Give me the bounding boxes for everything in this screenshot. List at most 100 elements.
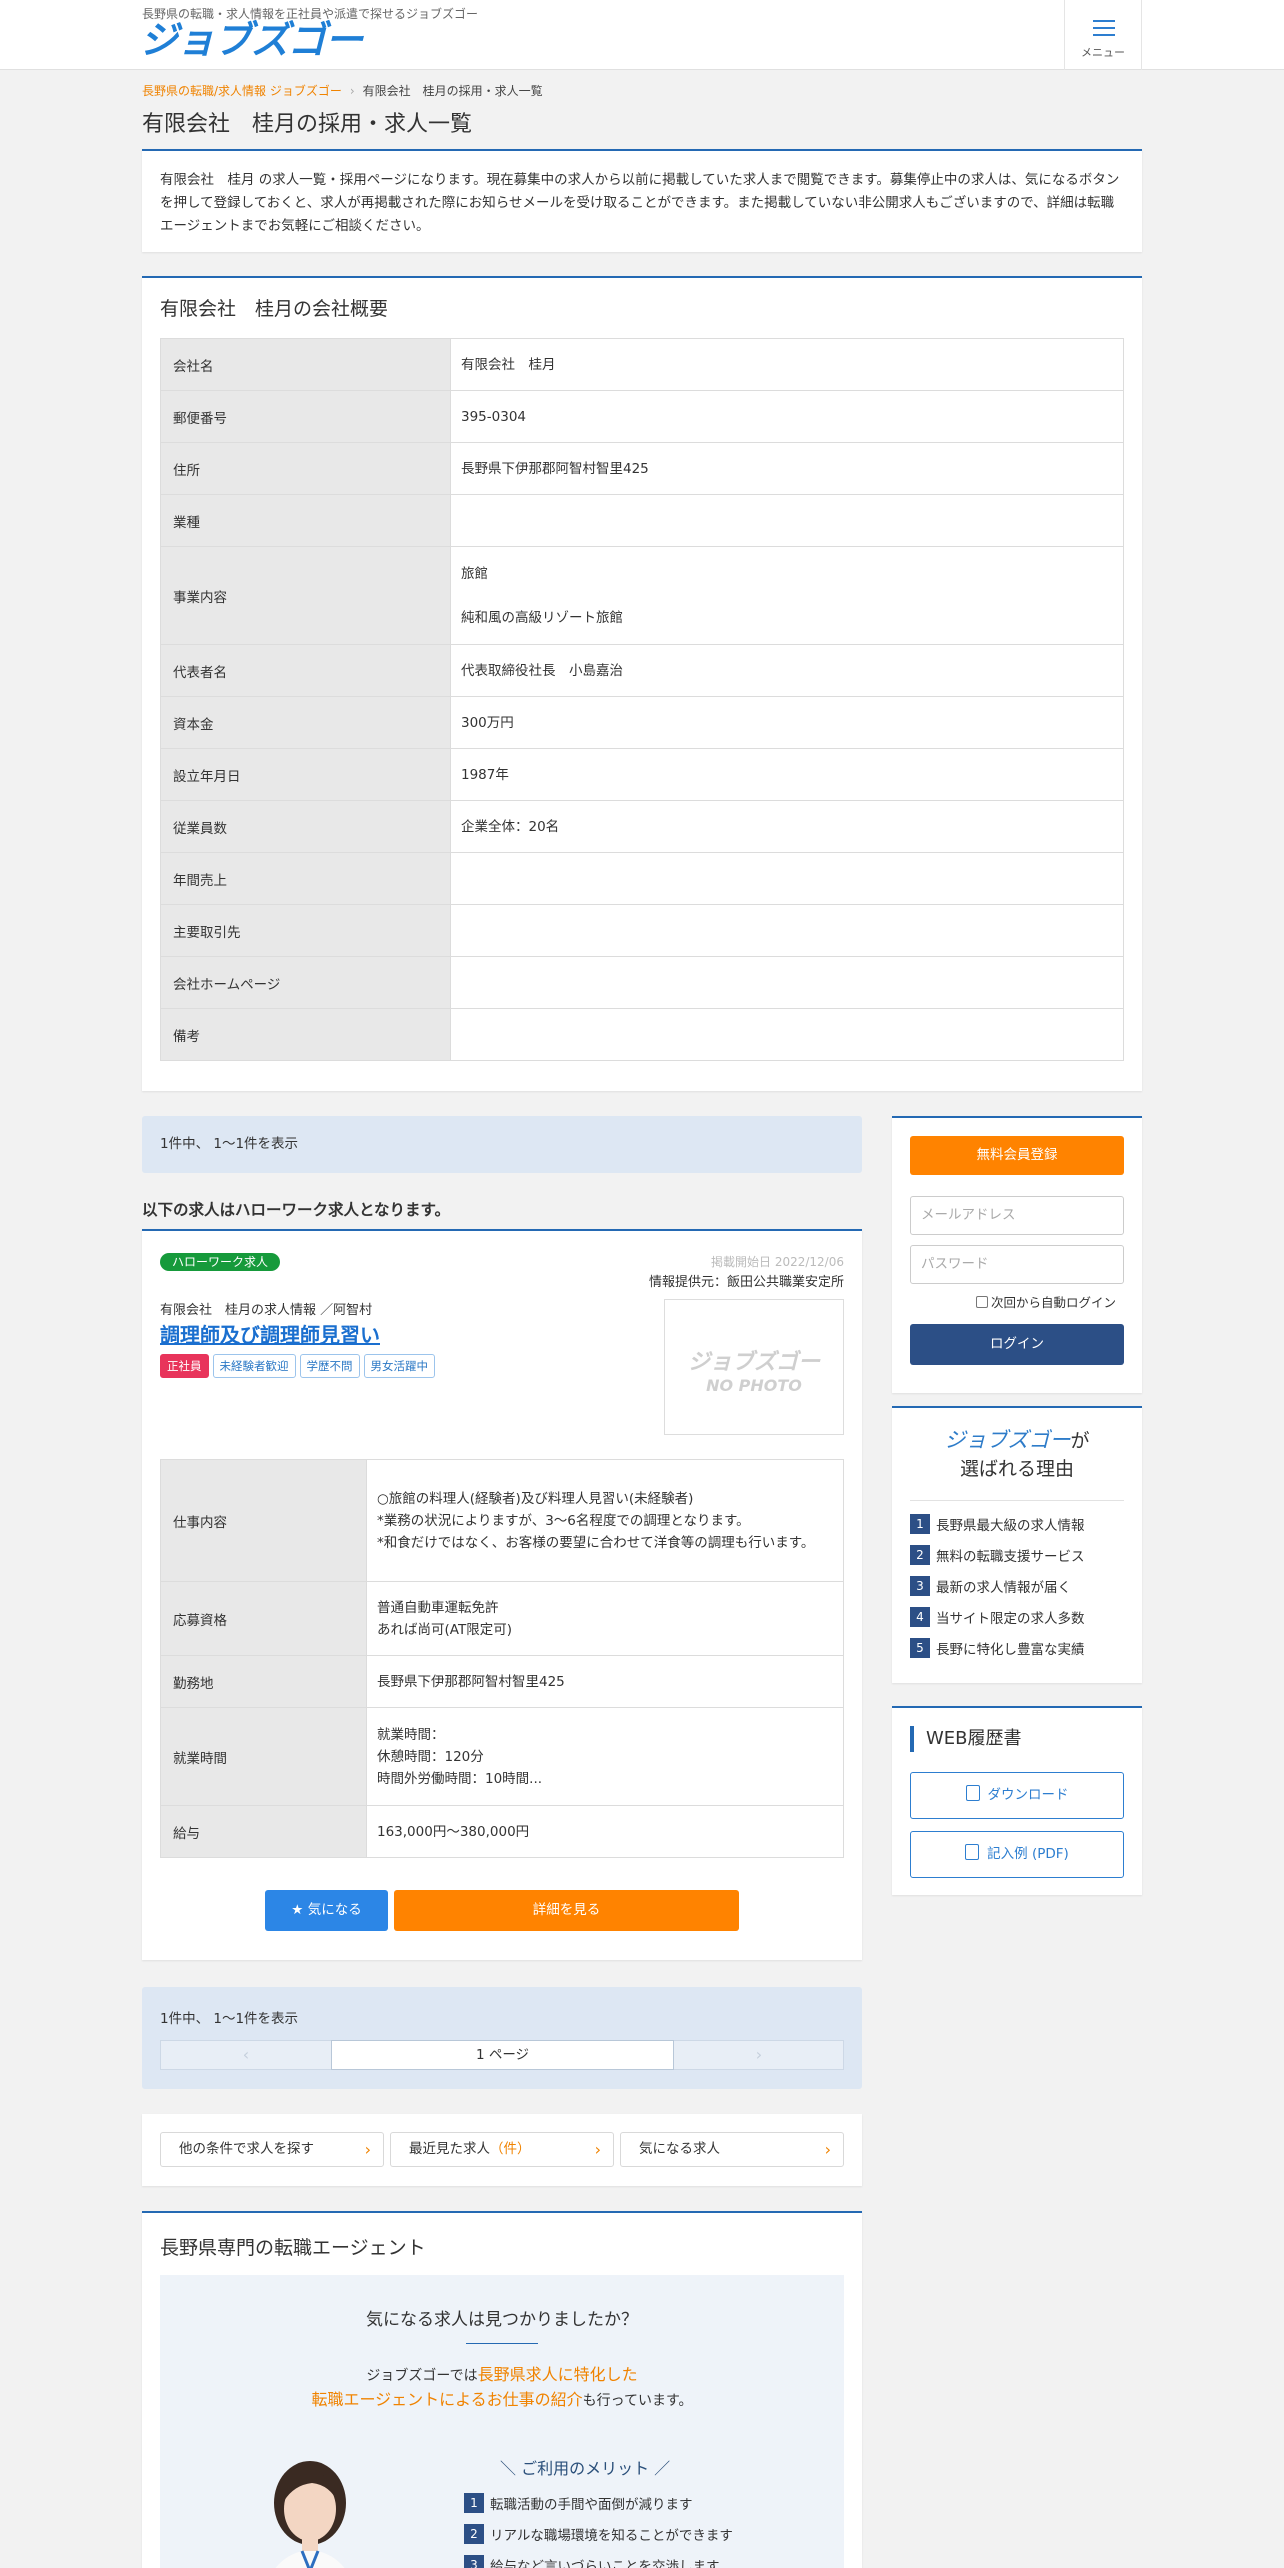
- overview-label: 住所: [160, 442, 451, 495]
- hamburger-icon: [1093, 20, 1115, 36]
- table-row: 給与 163,000円〜380,000円: [160, 1805, 844, 1858]
- job-detail-value: 就業時間： 休憩時間：120分 時間外労働時間：10時間...: [366, 1707, 844, 1806]
- number-badge: 5: [910, 1637, 930, 1658]
- overview-value: 395-0304: [450, 390, 1124, 443]
- list-item[interactable]: 4 当サイト限定の求人多数: [910, 1601, 1085, 1632]
- breadcrumb-home-link[interactable]: 長野県の転職/求人情報 ジョブズゴー: [142, 84, 342, 98]
- intro-text: 有限会社 桂月 の求人一覧・採用ページになります。現在募集中の求人から以前に掲載…: [160, 172, 1120, 234]
- overview-label: 会社名: [160, 338, 451, 391]
- chevron-right-icon: ›: [364, 2140, 371, 2159]
- job-detail-label: 勤務地: [160, 1655, 367, 1708]
- search-other-conditions-button[interactable]: 他の条件で求人を探す ›: [160, 2132, 384, 2167]
- list-item[interactable]: 1 長野県最大級の求人情報: [910, 1508, 1085, 1539]
- download-icon: [965, 1785, 980, 1801]
- free-register-button[interactable]: 無料会員登録: [910, 1136, 1124, 1175]
- job-provider: 情報提供元：飯田公共職業安定所: [648, 1275, 844, 1290]
- menu-label: メニュー: [1081, 46, 1125, 59]
- list-item[interactable]: 3 最新の求人情報が届く: [910, 1570, 1085, 1601]
- agent-panel: 気になる求人は見つかりましたか？ ジョブズゴーでは長野県求人に特化した 転職エー…: [160, 2275, 844, 2568]
- overview-label: 設立年月日: [160, 748, 451, 801]
- list-item: 1 転職活動の手間や面倒が減ります: [464, 2487, 733, 2518]
- overview-value: [450, 852, 1124, 905]
- table-row: 業種: [160, 494, 1124, 547]
- view-detail-button[interactable]: 詳細を見る: [394, 1890, 739, 1931]
- chevron-right-icon: ›: [594, 2140, 601, 2159]
- reasons-suffix: が: [1070, 1430, 1090, 1452]
- reason-text: 長野に特化し豊富な実績: [936, 1641, 1085, 1658]
- divider: [910, 1500, 1124, 1501]
- overview-value: 旅館 純和風の高級リゾート旅館: [450, 546, 1124, 645]
- overview-value: 長野県下伊那郡阿智村智里425: [450, 442, 1124, 495]
- agent-description: ジョブズゴーでは長野県求人に特化した 転職エージェントによるお仕事の紹介も行って…: [160, 2363, 844, 2413]
- table-row: 代表者名 代表取締役社長 小島嘉治: [160, 644, 1124, 697]
- overview-label: 備考: [160, 1008, 451, 1061]
- table-row: 備考: [160, 1008, 1124, 1061]
- breadcrumb: 長野県の転職/求人情報 ジョブズゴー › 有限会社 桂月の採用・求人一覧: [142, 82, 543, 99]
- auto-login-checkbox[interactable]: [976, 1295, 988, 1308]
- password-input[interactable]: パスワード: [910, 1245, 1124, 1284]
- resume-sample-button[interactable]: 記入例 (PDF): [910, 1831, 1124, 1878]
- overview-value: 1987年: [450, 748, 1124, 801]
- company-overview: 有限会社 桂月の会社概要 会社名 有限会社 桂月 郵便番号 395-0304 住所 長野県…: [142, 276, 1142, 1091]
- prev-page-button[interactable]: ‹: [161, 2041, 331, 2069]
- overview-label: 会社ホームページ: [160, 956, 451, 1009]
- agent-section: 長野県専門の転職エージェント 気になる求人は見つかりましたか？ ジョブズゴーでは…: [142, 2211, 862, 2568]
- login-button[interactable]: ログイン: [910, 1324, 1124, 1365]
- menu-button[interactable]: メニュー: [1064, 0, 1142, 70]
- web-resume-panel: WEB履歴書 ダウンロード 記入例 (PDF): [892, 1706, 1142, 1895]
- table-row: 年間売上: [160, 852, 1124, 905]
- reason-text: 最新の求人情報が届く: [936, 1579, 1071, 1596]
- job-detail-value: 163,000円〜380,000円: [366, 1805, 844, 1858]
- star-icon: ★: [291, 1902, 304, 1918]
- merit-text: リアルな職場環境を知ることができます: [490, 2527, 733, 2544]
- job-title-link[interactable]: 調理師及び調理師見習い: [160, 1319, 380, 1348]
- chevron-right-icon: ›: [824, 2140, 831, 2159]
- intro-box: 有限会社 桂月 の求人一覧・採用ページになります。現在募集中の求人から以前に掲載…: [142, 149, 1142, 252]
- job-details-table: 仕事内容 ○旅館の料理人(経験者)及び料理人見習い(未経験者) *業務の状況により…: [160, 1459, 844, 1858]
- login-panel: 無料会員登録 メールアドレス パスワード 次回から自動ログイン ログイン: [892, 1116, 1142, 1393]
- divider: [466, 2343, 538, 2344]
- job-no-photo-image[interactable]: ジョブズゴー NO PHOTO: [664, 1299, 844, 1435]
- favorite-button[interactable]: ★ 気になる: [265, 1890, 388, 1931]
- no-photo-text: NO PHOTO: [706, 1376, 802, 1395]
- list-item[interactable]: 5 長野に特化し豊富な実績: [910, 1632, 1085, 1663]
- reason-text: 当サイト限定の求人多数: [936, 1610, 1085, 1627]
- table-row: 会社ホームページ: [160, 956, 1124, 1009]
- overview-label: 事業内容: [160, 546, 451, 645]
- email-input[interactable]: メールアドレス: [910, 1196, 1124, 1235]
- tag-no-education-required: 学歴不問: [299, 1354, 360, 1378]
- agent-title: 長野県専門の転職エージェント: [160, 2237, 426, 2259]
- auto-login-option[interactable]: 次回から自動ログイン: [976, 1292, 1116, 1311]
- resume-download-button[interactable]: ダウンロード: [910, 1772, 1124, 1819]
- overview-table: 会社名 有限会社 桂月 郵便番号 395-0304 住所 長野県下伊那郡阿智村智里425 業…: [160, 338, 1124, 1061]
- agent-desc-post: も行っています。: [582, 2393, 693, 2409]
- recently-viewed-button[interactable]: 最近見た求人（件） ›: [390, 2132, 614, 2167]
- overview-label: 業種: [160, 494, 451, 547]
- table-row: 仕事内容 ○旅館の料理人(経験者)及び料理人見習い(未経験者) *業務の状況により…: [160, 1459, 844, 1582]
- agent-person-image: [274, 2461, 346, 2568]
- results-count: 1件中、 1〜1件を表示: [142, 1116, 862, 1173]
- sample-label: 記入例 (PDF): [987, 1846, 1069, 1862]
- job-card: ハローワーク求人 掲載開始日 2022/12/06 情報提供元：飯田公共職業安定…: [142, 1229, 862, 1960]
- hellowork-badge: ハローワーク求人: [160, 1253, 281, 1271]
- next-page-button[interactable]: ›: [674, 2041, 844, 2069]
- job-detail-label: 就業時間: [160, 1707, 367, 1806]
- current-page[interactable]: 1 ページ: [331, 2040, 674, 2070]
- pagination-box: 1件中、 1〜1件を表示 ‹ 1 ページ ›: [142, 1987, 862, 2089]
- agent-question: 気になる求人は見つかりましたか？: [366, 2310, 638, 2330]
- site-header: 長野県の転職・求人情報を正社員や派遣で探せるジョブズゴー ジョブズゴー メニュー: [0, 0, 1284, 70]
- overview-title: 有限会社 桂月の会社概要: [160, 298, 389, 320]
- number-badge: 4: [910, 1606, 930, 1627]
- favorite-jobs-button[interactable]: 気になる求人 ›: [620, 2132, 844, 2167]
- table-row: 従業員数 企業全体：20名: [160, 800, 1124, 853]
- pagination: ‹ 1 ページ ›: [160, 2040, 844, 2070]
- list-item[interactable]: 2 無料の転職支援サービス: [910, 1539, 1085, 1570]
- site-logo[interactable]: ジョブズゴー: [140, 18, 363, 62]
- table-row: 就業時間 就業時間： 休憩時間：120分 時間外労働時間：10時間...: [160, 1707, 844, 1806]
- table-row: 応募資格 普通自動車運転免許 あれば尚可(AT限定可): [160, 1581, 844, 1656]
- merit-text: 転職活動の手間や面倒が減ります: [490, 2496, 693, 2513]
- table-row: 勤務地 長野県下伊那郡阿智村智里425: [160, 1655, 844, 1708]
- overview-label: 従業員数: [160, 800, 451, 853]
- reason-list: 1 長野県最大級の求人情報 2 無料の転職支援サービス 3 最新の求人情報が届く 4当…: [910, 1508, 1085, 1663]
- job-detail-value: ○旅館の料理人(経験者)及び料理人見習い(未経験者) *業務の状況によりますが、…: [366, 1459, 844, 1582]
